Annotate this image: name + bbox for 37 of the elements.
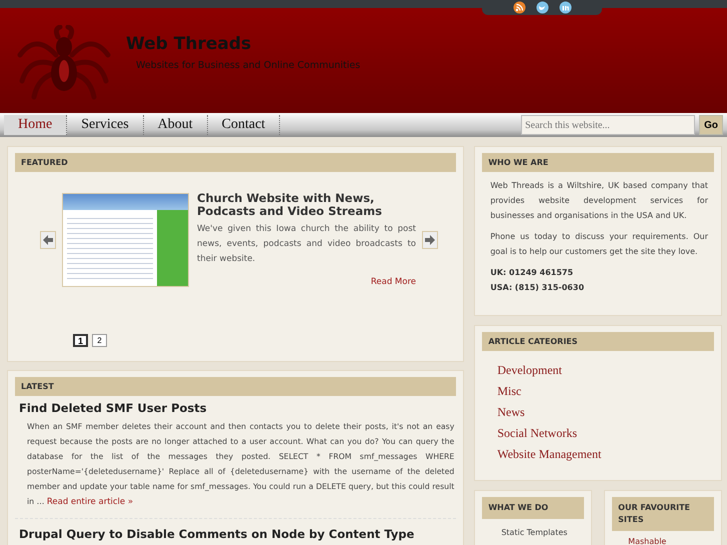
phone-number: USA: (815) 315-0630 bbox=[490, 282, 586, 294]
section-heading: WHAT WE DO bbox=[482, 497, 584, 519]
service-link[interactable]: Static Templates bbox=[501, 528, 584, 537]
section-heading: WHO WE ARE bbox=[482, 153, 714, 172]
linkedin-icon[interactable] bbox=[558, 1, 572, 14]
category-link[interactable]: Misc bbox=[497, 384, 714, 399]
category-link[interactable]: News bbox=[497, 405, 714, 420]
featured-description: We've given this Iowa church the ability to post news, events, podcasts and video broadcasts to their website. bbox=[197, 223, 416, 266]
article-title[interactable]: Find Deleted SMF User Posts bbox=[19, 401, 456, 415]
section-heading: LATEST bbox=[15, 377, 456, 396]
nav-link[interactable]: Home bbox=[4, 115, 68, 135]
site-tagline: Websites for Business and Online Communities bbox=[136, 60, 360, 71]
next-arrow-button[interactable] bbox=[422, 231, 438, 250]
section-heading: ARTICLE CATEORIES bbox=[482, 332, 714, 351]
nav-link[interactable]: About bbox=[144, 115, 208, 135]
featured-title[interactable]: Church Website with News, Podcasts and Video Streams bbox=[197, 192, 416, 218]
phone-number: UK: 01249 461575 bbox=[490, 267, 574, 279]
previous-arrow-button[interactable] bbox=[40, 231, 56, 250]
go-button[interactable]: Go bbox=[699, 115, 723, 135]
section-heading: OUR FAVOURITE SITES bbox=[612, 497, 714, 531]
page-button[interactable]: 1 bbox=[73, 334, 88, 347]
search-field[interactable]: Search this website... bbox=[521, 115, 696, 135]
about-paragraph: Phone us today to discuss your requirements. Our goal is to help our customers get the site they love. bbox=[489, 231, 709, 258]
page-button[interactable]: 2 bbox=[92, 334, 107, 347]
nav-link[interactable]: Contact bbox=[208, 115, 280, 135]
about-paragraph: Web Threads is a Wiltshire, UK based company that provides website development services for businesses and organisations in the USA and UK. bbox=[489, 180, 709, 222]
read-more-link[interactable]: Read More bbox=[370, 277, 416, 288]
bird-icon[interactable] bbox=[536, 1, 548, 14]
nav-link[interactable]: Services bbox=[67, 115, 144, 135]
read-article-link[interactable]: Read entire article » bbox=[46, 497, 134, 507]
category-link[interactable]: Website Management bbox=[497, 447, 714, 462]
site-link[interactable]: Mashable bbox=[628, 537, 714, 545]
rss-icon[interactable] bbox=[512, 1, 526, 14]
article-title[interactable]: Drupal Query to Disable Comments on Node by Content Type bbox=[19, 527, 456, 541]
category-link[interactable]: Social Networks bbox=[497, 426, 714, 441]
category-link[interactable]: Development bbox=[497, 363, 714, 378]
section-heading: FEATURED bbox=[15, 153, 456, 172]
